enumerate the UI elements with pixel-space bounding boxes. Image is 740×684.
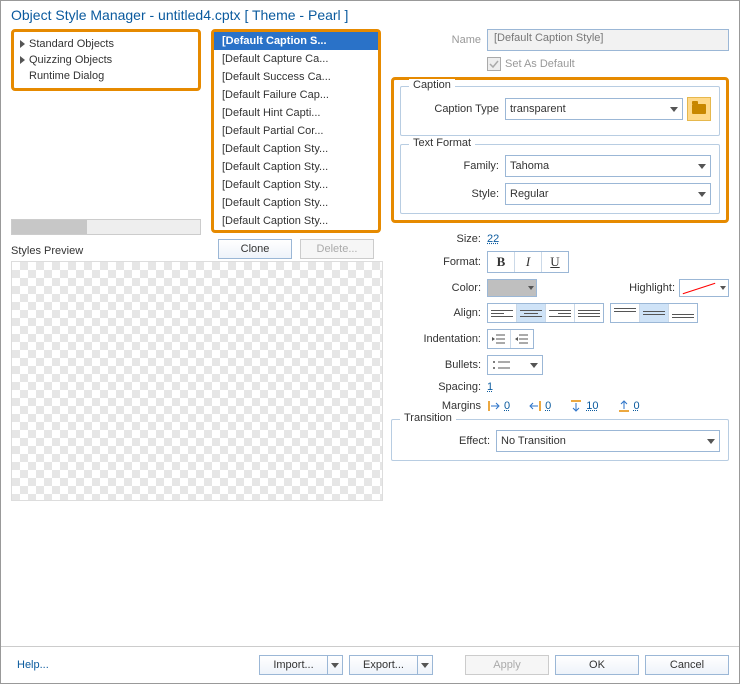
margin-right[interactable]: 0 (528, 399, 551, 413)
list-item[interactable]: [Default Caption Sty... (214, 212, 378, 230)
help-link[interactable]: Help... (11, 659, 49, 671)
list-item[interactable]: [Default Caption Sty... (214, 158, 378, 176)
margin-top-icon (569, 399, 583, 413)
list-item[interactable]: [Default Caption Sty... (214, 140, 378, 158)
highlight-label: Highlight: (629, 282, 679, 294)
browse-caption-button[interactable] (687, 97, 711, 121)
list-item[interactable]: [Default Caption S... (214, 32, 378, 50)
margin-left-icon (487, 399, 501, 413)
underline-button[interactable]: U (542, 252, 568, 272)
caption-type-label: Caption Type (409, 103, 505, 115)
export-button[interactable]: Export... (349, 655, 433, 675)
margin-top[interactable]: 10 (569, 399, 598, 413)
margins-label: Margins (391, 400, 487, 412)
align-left-button[interactable] (488, 304, 517, 322)
indent-button[interactable] (511, 330, 533, 348)
margin-left[interactable]: 0 (487, 399, 510, 413)
tree-item-quizzing[interactable]: Quizzing Objects (20, 52, 192, 68)
caption-type-select[interactable]: transparent (505, 98, 683, 120)
cancel-button[interactable]: Cancel (645, 655, 729, 675)
list-item[interactable]: [Default Failure Cap... (214, 86, 378, 104)
styles-preview-label: Styles Preview (11, 245, 201, 257)
bullets-label: Bullets: (391, 359, 487, 371)
spacing-value[interactable]: 1 (487, 381, 493, 393)
horizontal-align (487, 303, 604, 323)
format-label: Format: (391, 256, 487, 268)
chevron-down-icon (707, 439, 715, 444)
apply-button: Apply (465, 655, 549, 675)
caption-text-group: Caption Caption Type transparent Text Fo… (391, 77, 729, 223)
caption-legend: Caption (409, 79, 455, 91)
list-item[interactable]: [Default Partial Cor... (214, 122, 378, 140)
list-item[interactable]: [Default Success Ca... (214, 68, 378, 86)
tree-label: Standard Objects (29, 38, 114, 50)
object-categories-tree[interactable]: Standard Objects Quizzing Objects Runtim… (11, 29, 201, 91)
effect-label: Effect: (400, 435, 496, 447)
expand-icon (20, 40, 25, 48)
list-item[interactable]: [Default Caption Sty... (214, 194, 378, 212)
list-item[interactable]: [Default Caption Sty... (214, 176, 378, 194)
object-style-manager-window: Object Style Manager - untitled4.cptx [ … (0, 0, 740, 684)
size-value[interactable]: 22 (487, 233, 499, 245)
set-default-label: Set As Default (505, 58, 575, 70)
tree-item-standard[interactable]: Standard Objects (20, 36, 192, 52)
chevron-down-icon (331, 663, 339, 668)
dialog-footer: Help... Import... Export... Apply OK Can… (1, 646, 739, 683)
clone-button[interactable]: Clone (218, 239, 292, 259)
bullets-select[interactable] (487, 355, 543, 375)
list-item[interactable]: [Default Capture Ca... (214, 50, 378, 68)
margin-bottom-icon (617, 399, 631, 413)
style-select[interactable]: Regular (505, 183, 711, 205)
chevron-down-icon (698, 164, 706, 169)
ok-button[interactable]: OK (555, 655, 639, 675)
margin-bottom[interactable]: 0 (617, 399, 640, 413)
align-label: Align: (391, 307, 487, 319)
align-right-button[interactable] (546, 304, 575, 322)
chevron-down-icon (528, 286, 534, 290)
tree-item-runtime[interactable]: Runtime Dialog (20, 68, 192, 84)
tree-horizontal-scrollbar[interactable] (11, 219, 201, 235)
bold-button[interactable]: B (488, 252, 515, 272)
align-bottom-button[interactable] (669, 304, 697, 322)
effect-select[interactable]: No Transition (496, 430, 720, 452)
align-center-button[interactable] (517, 304, 546, 322)
color-picker[interactable] (487, 279, 537, 297)
family-select[interactable]: Tahoma (505, 155, 711, 177)
margin-right-icon (528, 399, 542, 413)
align-middle-button[interactable] (640, 304, 669, 322)
transition-legend: Transition (400, 412, 456, 424)
vertical-align (610, 303, 698, 323)
text-format-legend: Text Format (409, 137, 475, 149)
indentation-label: Indentation: (391, 333, 487, 345)
folder-icon (692, 104, 706, 114)
chevron-down-icon (720, 286, 726, 290)
name-input: [Default Caption Style] (487, 29, 729, 51)
highlight-picker[interactable] (679, 279, 729, 297)
italic-button[interactable]: I (515, 252, 542, 272)
expand-icon (20, 56, 25, 64)
set-default-checkbox (487, 57, 501, 71)
family-label: Family: (409, 160, 505, 172)
list-item[interactable]: [Default Hint Capti... (214, 104, 378, 122)
style-label: Style: (409, 188, 505, 200)
chevron-down-icon (421, 663, 429, 668)
chevron-down-icon (530, 363, 538, 368)
size-label: Size: (391, 233, 487, 245)
chevron-down-icon (698, 192, 706, 197)
tree-label: Runtime Dialog (29, 70, 104, 82)
outdent-button[interactable] (488, 330, 511, 348)
spacing-label: Spacing: (391, 381, 487, 393)
window-title: Object Style Manager - untitled4.cptx [ … (1, 1, 739, 29)
transition-fieldset: Transition Effect: No Transition (391, 419, 729, 461)
tree-label: Quizzing Objects (29, 54, 112, 66)
delete-button: Delete... (300, 239, 374, 259)
chevron-down-icon (670, 107, 678, 112)
color-label: Color: (391, 282, 487, 294)
import-button[interactable]: Import... (259, 655, 343, 675)
align-justify-button[interactable] (575, 304, 603, 322)
format-buttons: B I U (487, 251, 569, 273)
align-top-button[interactable] (611, 304, 640, 322)
name-label: Name (391, 34, 487, 46)
styles-list[interactable]: [Default Caption S... [Default Capture C… (211, 29, 381, 233)
